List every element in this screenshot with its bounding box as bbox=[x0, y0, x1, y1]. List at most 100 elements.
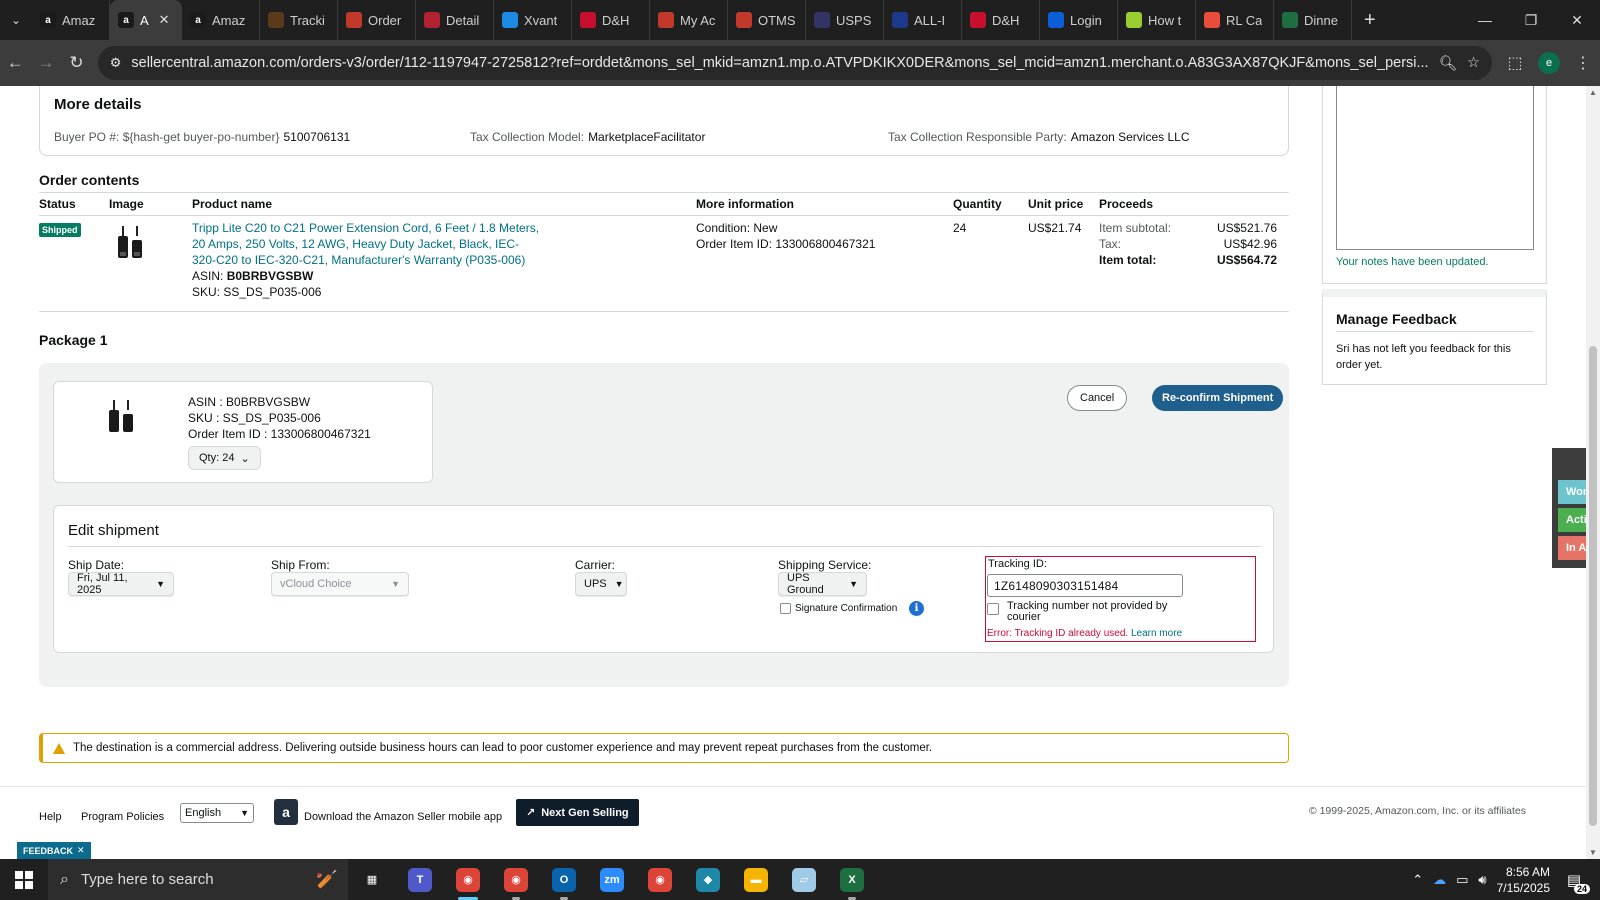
close-icon[interactable]: ✕ bbox=[77, 845, 85, 856]
taskbar-teams[interactable]: T bbox=[396, 859, 444, 900]
taskbar-outlook[interactable]: O bbox=[540, 859, 588, 900]
browser-tab[interactable]: My Ac bbox=[650, 0, 728, 40]
taskbar-file-explorer[interactable]: ▬ bbox=[732, 859, 780, 900]
next-gen-selling-button[interactable]: ↗ Next Gen Selling bbox=[516, 799, 639, 826]
notes-textarea[interactable] bbox=[1336, 86, 1534, 250]
learn-more-link[interactable]: Learn more bbox=[1131, 628, 1182, 639]
program-policies-link[interactable]: Program Policies bbox=[81, 811, 164, 823]
profile-avatar[interactable]: e bbox=[1538, 52, 1561, 74]
tab-label: Xvant bbox=[524, 12, 558, 28]
ship-date-dropdown[interactable]: Fri, Jul 11, 2025 ▼ bbox=[68, 572, 174, 596]
commercial-address-alert: The destination is a commercial address.… bbox=[39, 733, 1289, 763]
signature-confirmation-checkbox[interactable] bbox=[780, 603, 791, 614]
amazon-seller-app-icon[interactable]: a bbox=[274, 799, 298, 825]
info-icon[interactable]: i bbox=[909, 601, 924, 616]
zoom-icon[interactable]: 🔍︎ bbox=[1439, 55, 1457, 72]
language-select[interactable]: English ▼ bbox=[180, 803, 254, 823]
browser-menu-icon[interactable]: ⋮ bbox=[1566, 46, 1600, 80]
chrome-icon: ◉ bbox=[456, 867, 480, 892]
new-tab-icon[interactable]: + bbox=[1352, 9, 1388, 32]
download-app-link[interactable]: Download the Amazon Seller mobile app bbox=[304, 811, 502, 823]
browser-tab[interactable]: a A ✕ bbox=[110, 0, 182, 40]
taskbar-search-placeholder: Type here to search bbox=[80, 871, 214, 888]
tracking-not-provided-checkbox[interactable] bbox=[987, 603, 999, 615]
volume-icon[interactable]: 🔊︎ bbox=[1478, 872, 1486, 888]
taskbar-app-diamond[interactable]: ◆ bbox=[684, 859, 732, 900]
package-item-info: ASIN : B0BRBVGSBW SKU : SS_DS_P035-006 O… bbox=[188, 394, 371, 442]
quantity-dropdown[interactable]: Qty: 24 ⌄ bbox=[188, 446, 261, 470]
browser-tab[interactable]: a Amaz bbox=[32, 0, 110, 40]
browser-tab[interactable]: ALL-I bbox=[884, 0, 962, 40]
network-icon[interactable]: ▭ bbox=[1456, 872, 1468, 888]
reconfirm-shipment-button[interactable]: Re-confirm Shipment bbox=[1152, 385, 1284, 411]
windows-taskbar: ⌕ Type here to search 🏏 ▦ T ◉ ◉ Ozm ◉ ◆ ▬ ▱ X ⌃ ☁… bbox=[0, 859, 1600, 900]
taskbar-notepad[interactable]: ▱ bbox=[780, 859, 828, 900]
tab-label: Dinne bbox=[1304, 12, 1338, 28]
browser-tab[interactable]: RL Ca bbox=[1196, 0, 1274, 40]
shipping-service-dropdown[interactable]: UPS Ground ▼ bbox=[778, 572, 867, 596]
tray-overflow-icon[interactable]: ⌃ bbox=[1412, 872, 1423, 888]
back-icon[interactable]: ← bbox=[0, 45, 31, 81]
browser-tab[interactable]: a Amaz bbox=[182, 0, 260, 40]
tax-party-label: Tax Collection Responsible Party: bbox=[888, 130, 1067, 144]
tax-model-value: MarketplaceFacilitator bbox=[588, 130, 706, 144]
onedrive-icon[interactable]: ☁ bbox=[1433, 872, 1446, 888]
browser-tab[interactable]: Detail bbox=[416, 0, 494, 40]
scroll-up-icon[interactable]: ▲ bbox=[1589, 88, 1597, 97]
close-tab-icon[interactable]: ✕ bbox=[159, 12, 170, 28]
browser-tab[interactable]: D&H bbox=[962, 0, 1040, 40]
tracking-id-input[interactable] bbox=[987, 574, 1183, 597]
restore-icon[interactable]: ❐ bbox=[1508, 0, 1554, 40]
notifications-icon[interactable]: ▤ 24 bbox=[1560, 868, 1590, 894]
help-link[interactable]: Help bbox=[39, 811, 62, 823]
reload-icon[interactable]: ↻ bbox=[61, 45, 92, 81]
forward-icon[interactable]: → bbox=[31, 45, 62, 81]
tab-label: Login bbox=[1070, 12, 1102, 28]
taskbar-clock[interactable]: 8:56 AM 7/15/2025 bbox=[1497, 864, 1550, 896]
bookmark-star-icon[interactable]: ☆ bbox=[1467, 55, 1480, 71]
tab-search-icon[interactable]: ⌄ bbox=[0, 0, 32, 40]
taskbar-task-view[interactable]: ▦ bbox=[348, 859, 396, 900]
taskbar-chrome[interactable]: ◉ bbox=[444, 859, 492, 900]
taskbar-excel[interactable]: X bbox=[828, 859, 876, 900]
system-tray: ⌃ ☁ ▭ 🔊︎ 8:56 AM 7/15/2025 ▤ 24 bbox=[1412, 864, 1600, 896]
scroll-down-icon[interactable]: ▼ bbox=[1589, 848, 1597, 857]
taskbar-chrome-2[interactable]: ◉ bbox=[636, 859, 684, 900]
task-view-icon: ▦ bbox=[360, 867, 384, 892]
product-name-link[interactable]: Tripp Lite C20 to C21 Power Extension Co… bbox=[192, 220, 542, 268]
browser-tab[interactable]: Xvant bbox=[494, 0, 572, 40]
side-pill-working[interactable]: Worki bbox=[1558, 480, 1586, 504]
package-item-card: ASIN : B0BRBVGSBW SKU : SS_DS_P035-006 O… bbox=[53, 381, 433, 483]
tracking-not-provided-label: Tracking number not provided by courier bbox=[1007, 600, 1168, 623]
feedback-tab[interactable]: FEEDBACK ✕ bbox=[17, 842, 91, 859]
ship-date-value: Fri, Jul 11, 2025 bbox=[77, 572, 128, 596]
close-window-icon[interactable]: ✕ bbox=[1554, 0, 1600, 40]
taskbar-search-box[interactable]: ⌕ Type here to search 🏏 bbox=[48, 859, 348, 900]
browser-tab[interactable]: D&H bbox=[572, 0, 650, 40]
browser-tab[interactable]: Login bbox=[1040, 0, 1118, 40]
url-omnibox[interactable]: ⚙ sellercentral.amazon.com/orders-v3/ord… bbox=[97, 46, 1493, 80]
browser-tab[interactable]: Order bbox=[338, 0, 416, 40]
browser-tab[interactable]: Dinne bbox=[1274, 0, 1352, 40]
notes-panel: Your notes have been updated. bbox=[1322, 86, 1547, 284]
page-scrollbar[interactable]: ▲ ▼ bbox=[1586, 86, 1600, 859]
product-image[interactable] bbox=[113, 222, 147, 262]
cancel-button[interactable]: Cancel bbox=[1067, 385, 1128, 411]
browser-tab[interactable]: How t bbox=[1118, 0, 1196, 40]
extensions-icon[interactable]: ⬚ bbox=[1498, 46, 1532, 80]
browser-tab[interactable]: OTMS bbox=[728, 0, 806, 40]
minimize-icon[interactable]: — bbox=[1462, 0, 1508, 40]
scrollbar-thumb[interactable] bbox=[1589, 346, 1597, 826]
site-info-icon[interactable]: ⚙ bbox=[110, 55, 122, 71]
side-pill-active[interactable]: Active bbox=[1558, 508, 1586, 532]
taskbar-chrome-profile[interactable]: ◉ bbox=[492, 859, 540, 900]
side-pill-inactive[interactable]: In Act bbox=[1558, 536, 1586, 560]
tax-label: Tax: bbox=[1099, 237, 1122, 251]
ship-from-value: vCloud Choice bbox=[280, 578, 352, 590]
start-button[interactable] bbox=[0, 859, 48, 900]
browser-tab[interactable]: USPS bbox=[806, 0, 884, 40]
carrier-dropdown[interactable]: UPS ▼ bbox=[575, 572, 627, 596]
taskbar-zoom[interactable]: zm bbox=[588, 859, 636, 900]
url-text[interactable]: sellercentral.amazon.com/orders-v3/order… bbox=[131, 55, 1428, 71]
browser-tab[interactable]: Tracki bbox=[260, 0, 338, 40]
